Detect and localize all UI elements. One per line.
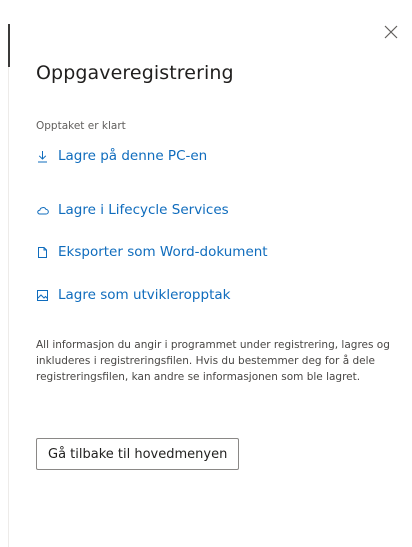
export-word-label: Eksporter som Word-dokument	[58, 244, 268, 260]
status-text: Opptaket er klart	[36, 120, 126, 132]
left-edge-divider	[8, 67, 9, 547]
close-icon	[384, 25, 398, 39]
image-icon	[36, 289, 49, 302]
save-developer-recording-label: Lagre som utvikleropptak	[58, 287, 231, 303]
panel-title: Oppgaveregistrering	[36, 62, 234, 84]
left-edge-indicator	[8, 24, 10, 67]
save-to-lcs-link[interactable]: Lagre i Lifecycle Services	[36, 202, 229, 218]
export-word-link[interactable]: Eksporter som Word-dokument	[36, 244, 268, 260]
save-to-pc-link[interactable]: Lagre på denne PC-en	[36, 148, 207, 164]
cloud-icon	[36, 204, 49, 217]
document-icon	[36, 246, 49, 259]
close-button[interactable]	[382, 23, 400, 41]
save-to-lcs-label: Lagre i Lifecycle Services	[58, 202, 229, 218]
save-to-pc-label: Lagre på denne PC-en	[58, 148, 208, 164]
save-developer-recording-link[interactable]: Lagre som utvikleropptak	[36, 287, 230, 303]
download-icon	[36, 150, 49, 163]
info-text: All informasjon du angir i programmet un…	[36, 339, 390, 383]
back-to-main-menu-button[interactable]: Gå tilbake til hovedmenyen	[36, 438, 240, 470]
